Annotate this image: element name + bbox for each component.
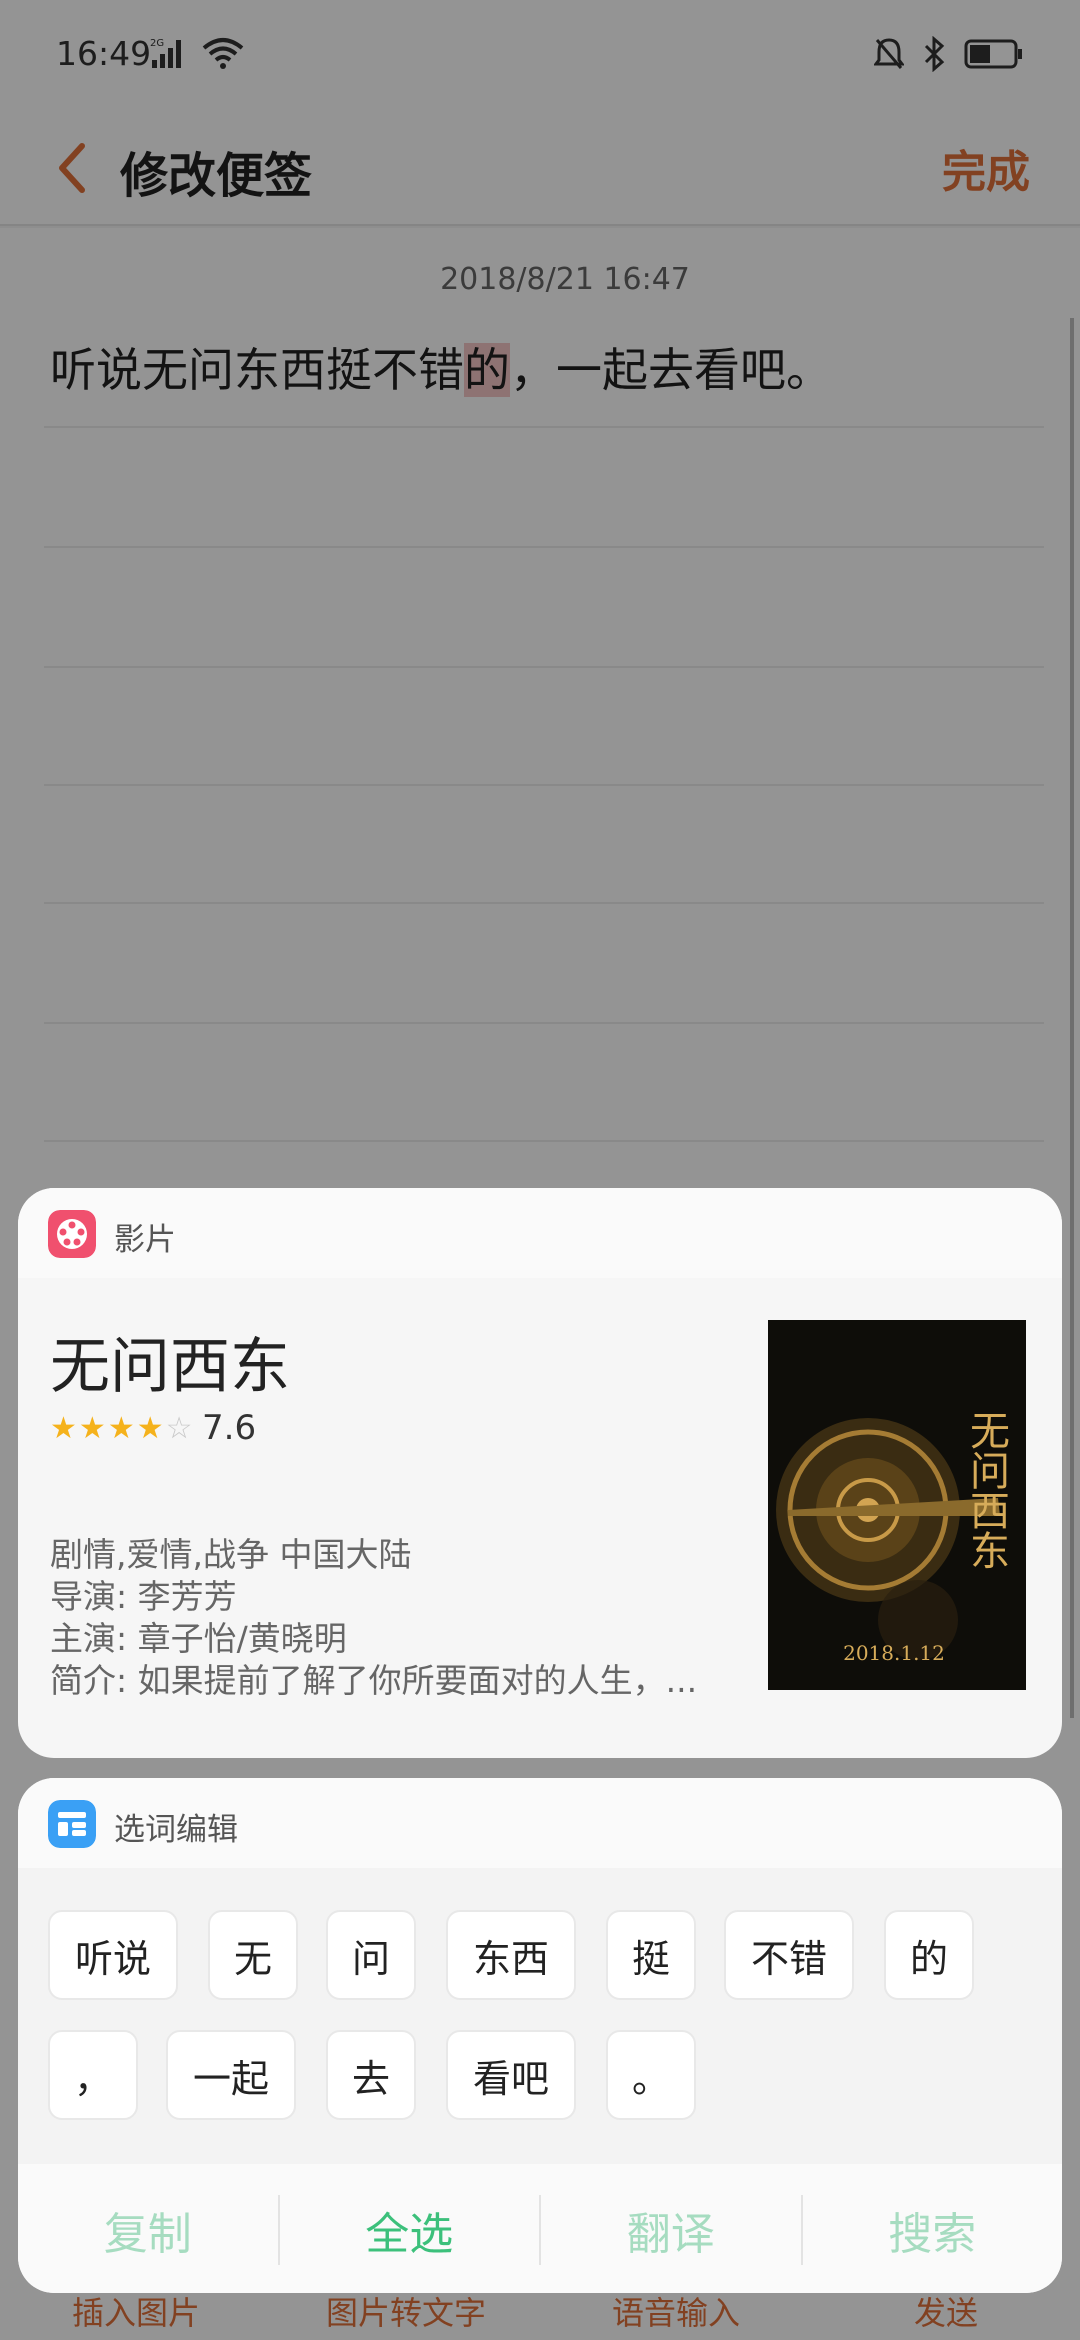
poster-image: 无问西东 2018.1.12 (768, 1320, 1026, 1690)
search-button[interactable]: 搜索 (803, 2198, 1063, 2262)
movie-body[interactable]: 无问西东 ★ ★ ★ ★ ☆ 7.6 剧情,爱情,战争 中国大陆 导演: 李芳芳… (18, 1278, 1062, 1758)
star-icon: ★ (107, 1411, 135, 1446)
word-chip[interactable]: 不错 (724, 1910, 854, 2000)
copy-button[interactable]: 复制 (18, 2198, 278, 2262)
movie-card[interactable]: 影片 无问西东 ★ ★ ★ ★ ☆ 7.6 剧情,爱情,战争 中国大陆 导演: … (18, 1188, 1062, 1758)
word-chip[interactable]: 。 (606, 2030, 696, 2120)
word-edit-actions: 复制 全选 翻译 搜索 (18, 2164, 1062, 2293)
word-chip[interactable]: 的 (884, 1910, 974, 2000)
star-icon: ★ (136, 1411, 164, 1446)
word-chip[interactable]: 挺 (606, 1910, 696, 2000)
word-chip[interactable]: 去 (326, 2030, 416, 2120)
word-edit-card: 选词编辑 听说 无 问 东西 挺 不错 的 ， 一起 去 看吧 。 复制 全选 … (18, 1778, 1062, 2293)
movie-director: 导演: 李芳芳 (50, 1577, 237, 1616)
word-edit-header: 选词编辑 (18, 1778, 1062, 1868)
word-edit-title: 选词编辑 (114, 1812, 238, 1848)
poster-date: 2018.1.12 (843, 1641, 945, 1665)
film-reel-icon (48, 1210, 96, 1258)
movie-genre: 剧情,爱情,战争 中国大陆 (50, 1535, 412, 1574)
word-chip[interactable]: 一起 (166, 2030, 296, 2120)
word-chip[interactable]: 看吧 (446, 2030, 576, 2120)
translate-button[interactable]: 翻译 (541, 2198, 801, 2262)
star-empty-icon: ☆ (165, 1411, 193, 1446)
movie-cast: 主演: 章子怡/黄晓明 (50, 1619, 347, 1658)
movie-info: 剧情,爱情,战争 中国大陆 导演: 李芳芳 主演: 章子怡/黄晓明 简介: 如果… (50, 1534, 697, 1702)
word-chip[interactable]: ， (48, 2030, 138, 2120)
select-all-button[interactable]: 全选 (280, 2198, 540, 2262)
star-rating: ★ ★ ★ ★ ☆ (50, 1414, 193, 1444)
word-chips: 听说 无 问 东西 挺 不错 的 ， 一起 去 看吧 。 (18, 1868, 1062, 2164)
word-chip[interactable]: 无 (208, 1910, 298, 2000)
poster-title: 无问西东 (963, 1410, 1009, 1570)
star-icon: ★ (78, 1411, 106, 1446)
word-chip[interactable]: 听说 (48, 1910, 178, 2000)
movie-card-header: 影片 (18, 1188, 1062, 1278)
movie-poster: 无问西东 2018.1.12 (768, 1320, 1026, 1690)
star-icon: ★ (50, 1411, 77, 1446)
movie-title: 无问西东 (50, 1332, 290, 1402)
text-edit-icon (48, 1800, 96, 1848)
movie-rating: 7.6 (202, 1408, 257, 1448)
movie-synopsis: 简介: 如果提前了解了你所要面对的人生，... (50, 1661, 698, 1700)
word-chip[interactable]: 东西 (446, 1910, 576, 2000)
word-chip[interactable]: 问 (326, 1910, 416, 2000)
movie-card-title: 影片 (114, 1222, 176, 1258)
